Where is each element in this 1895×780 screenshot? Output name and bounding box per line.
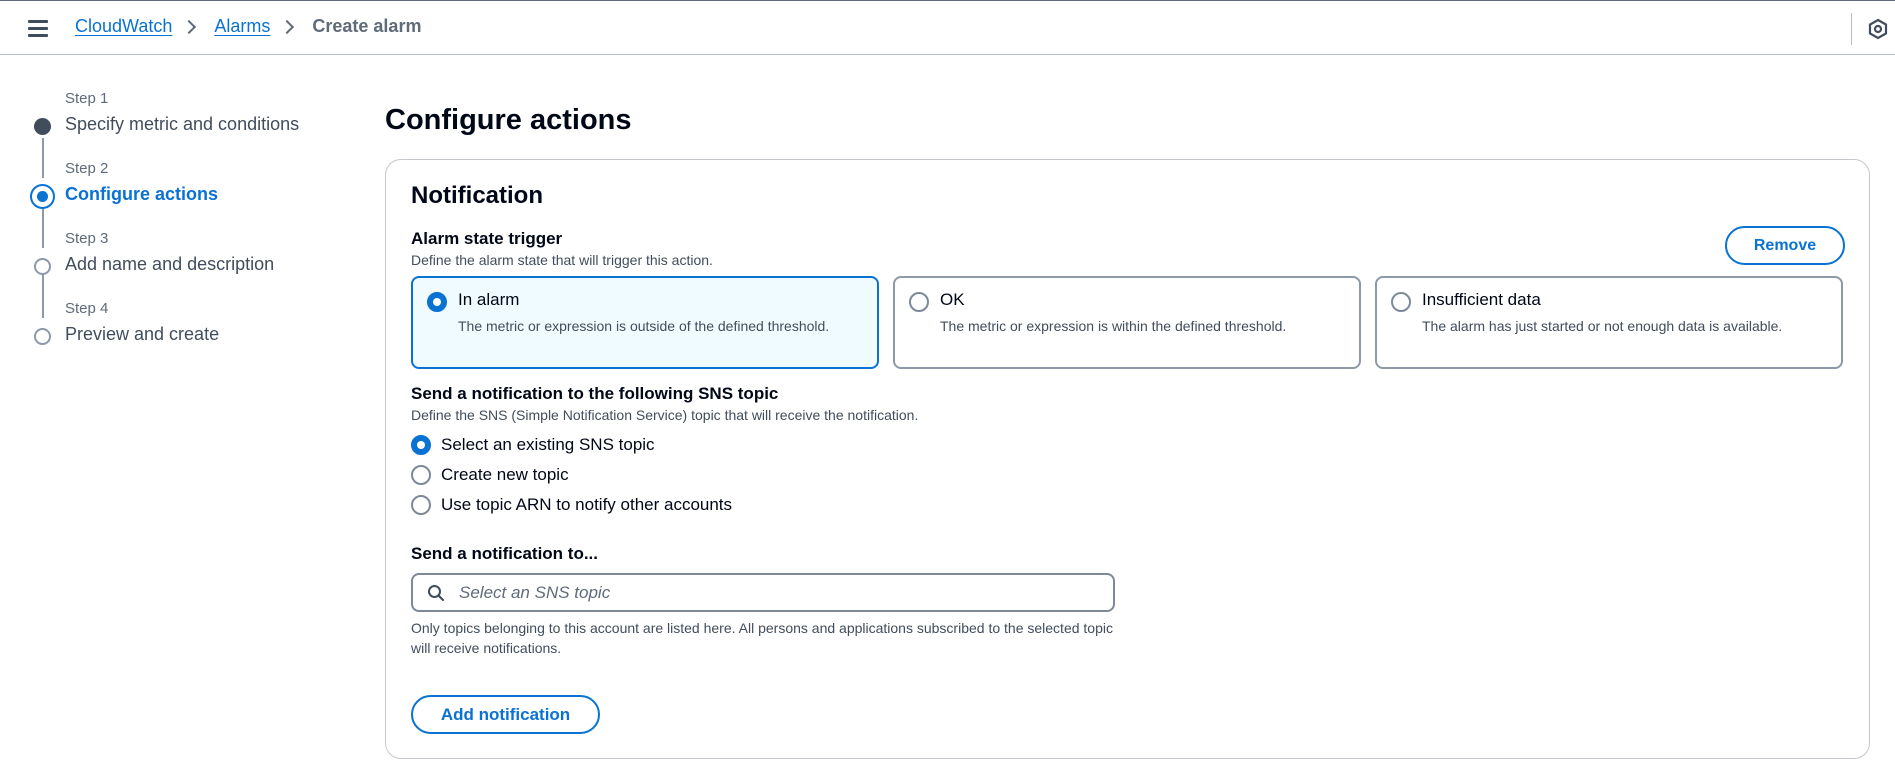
search-icon [428,585,445,602]
step-connector [42,272,44,318]
step-1-link[interactable]: Specify metric and conditions [65,114,299,135]
sns-topic-help-text: Only topics belonging to this account ar… [411,620,1113,656]
sns-topic-label: Send a notification to the following SNS… [411,384,779,403]
toolbar-divider [1851,13,1852,45]
radio-label: Select an existing SNS topic [441,435,655,454]
menu-icon[interactable] [28,20,48,37]
step-3-title: Add name and description [65,254,275,274]
tile-title: In alarm [458,290,520,309]
step-number: Step 1 [65,90,109,107]
step-pending-icon [34,258,51,275]
radio-unchecked-icon[interactable] [909,292,929,312]
radio-label: Create new topic [441,465,569,484]
radio-checked-icon[interactable] [411,435,431,455]
step-number: Step 3 [65,230,109,247]
sns-topic-search[interactable] [411,573,1115,612]
breadcrumb-cloudwatch-link[interactable]: CloudWatch [75,16,172,37]
tile-insufficient-data[interactable]: Insufficient data The alarm has just sta… [1375,276,1843,369]
top-navigation-bar: CloudWatch Alarms Create alarm [0,0,1895,55]
step-2-title: Configure actions [65,184,219,204]
radio-unchecked-icon[interactable] [411,495,431,515]
remove-button[interactable]: Remove [1725,226,1845,265]
add-notification-button[interactable]: Add notification [411,695,600,734]
radio-label: Use topic ARN to notify other accounts [441,495,733,514]
alarm-state-trigger-description: Define the alarm state that will trigger… [411,252,713,268]
notification-container: Notification Alarm state trigger Define … [385,159,1870,759]
tile-ok[interactable]: OK The metric or expression is within th… [893,276,1361,369]
radio-checked-icon[interactable] [427,292,447,312]
tile-description: The metric or expression is within the d… [940,318,1287,334]
container-title: Notification [411,182,543,209]
sns-topic-input[interactable] [459,581,1099,605]
chevron-right-icon [182,19,197,34]
hexagon-settings-icon[interactable] [1867,18,1889,40]
radio-unchecked-icon[interactable] [1391,292,1411,312]
step-4-title: Preview and create [65,324,220,344]
breadcrumb-current: Create alarm [312,16,422,36]
sns-topic-description: Define the SNS (Simple Notification Serv… [411,407,919,423]
step-number: Step 2 [65,160,109,177]
step-current-icon [30,184,55,209]
tile-title: OK [940,290,965,309]
tile-description: The alarm has just started or not enough… [1422,318,1783,334]
step-number: Step 4 [65,300,109,317]
step-pending-icon [34,328,51,345]
alarm-state-trigger-label: Alarm state trigger [411,229,563,248]
radio-unchecked-icon[interactable] [411,465,431,485]
page-title: Configure actions [385,104,632,136]
send-notification-to-label: Send a notification to... [411,544,598,563]
radio-topic-arn[interactable]: Use topic ARN to notify other accounts [411,495,732,515]
step-complete-icon [34,118,51,135]
radio-new-topic[interactable]: Create new topic [411,465,569,485]
breadcrumb: CloudWatch Alarms Create alarm [75,16,421,37]
chevron-right-icon [280,19,295,34]
tile-title: Insufficient data [1422,290,1541,309]
tile-in-alarm[interactable]: In alarm The metric or expression is out… [411,276,879,369]
radio-existing-topic[interactable]: Select an existing SNS topic [411,435,655,455]
tile-description: The metric or expression is outside of t… [458,318,830,334]
breadcrumb-alarms-link[interactable]: Alarms [214,16,270,37]
step-connector [42,138,44,178]
